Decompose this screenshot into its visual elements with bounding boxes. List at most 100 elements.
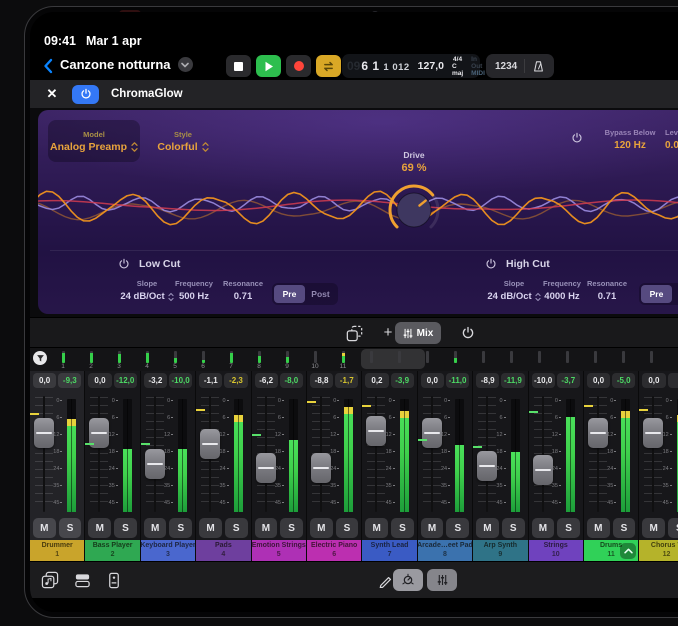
volume-readout[interactable]: 0,0: [33, 373, 56, 388]
solo-button[interactable]: S: [225, 518, 248, 538]
play-button[interactable]: [256, 55, 281, 77]
filter-button[interactable]: [33, 351, 47, 365]
meter-peak-line: [196, 409, 205, 411]
solo-button[interactable]: S: [557, 518, 580, 538]
record-button[interactable]: [286, 55, 311, 77]
track-tab[interactable]: Arp Synth 9: [473, 540, 527, 561]
mix-view-button[interactable]: Mix: [395, 322, 441, 344]
solo-button[interactable]: S: [336, 518, 359, 538]
loop-browser-button[interactable]: [39, 569, 61, 591]
paste-settings-button[interactable]: [343, 322, 365, 344]
lcd-ghost: 09: [347, 59, 360, 73]
meter-scale-label: 12: [219, 432, 228, 438]
track-name: Strings: [544, 542, 568, 550]
bypass-all-button[interactable]: [457, 322, 479, 344]
solo-button[interactable]: S: [446, 518, 469, 538]
volume-readout[interactable]: 0,2: [365, 373, 388, 388]
back-button[interactable]: [38, 55, 58, 77]
mute-button[interactable]: M: [365, 518, 388, 538]
track-tab[interactable]: Chorus V 12: [639, 540, 678, 561]
pre-button[interactable]: Pre: [274, 285, 305, 303]
stop-button[interactable]: [226, 55, 251, 77]
high-cut-power-button[interactable]: [485, 258, 497, 270]
style-selector[interactable]: Style Colorful: [150, 120, 216, 162]
track-tab[interactable]: Keyboard Player 3: [141, 540, 195, 561]
count-in-button[interactable]: 1234: [488, 61, 524, 72]
track-tab[interactable]: Bass Player 2: [85, 540, 139, 561]
volume-readout[interactable]: 0,0: [587, 373, 610, 388]
solo-button[interactable]: S: [502, 518, 525, 538]
volume-readout[interactable]: -6,2: [255, 373, 278, 388]
mute-button[interactable]: M: [476, 518, 499, 538]
track-tab[interactable]: Synth Lead 7: [362, 540, 416, 561]
track-number: 7: [388, 551, 392, 559]
lcd-display[interactable]: 09 6 1 1 012 127,0 4/4 C maj In Out MIDI: [342, 54, 480, 78]
solo-button[interactable]: S: [169, 518, 192, 538]
volume-readout[interactable]: -10,0: [532, 373, 555, 388]
song-title-menu[interactable]: Canzone notturna: [60, 57, 193, 72]
channel-strip: -1,1 -2,3 061218243545 M S Pads 4: [196, 371, 251, 561]
meter-scale-label: 18: [164, 449, 173, 455]
track-tab[interactable]: Electric Piano 6: [307, 540, 361, 561]
solo-button[interactable]: S: [613, 518, 636, 538]
mute-button[interactable]: M: [33, 518, 56, 538]
track-tab[interactable]: Arcade…eet Pad 8: [418, 540, 472, 561]
bypass-below-control[interactable]: Bypass Below 120 Hz: [590, 128, 670, 151]
post-button[interactable]: Post: [672, 285, 678, 303]
meter-clip-tip: [234, 415, 243, 422]
metronome-button[interactable]: [525, 60, 552, 73]
drive-knob[interactable]: [380, 176, 448, 244]
solo-button[interactable]: S: [668, 518, 678, 538]
plugin-power-button[interactable]: [72, 85, 99, 104]
track-tab[interactable]: Drums 11: [584, 540, 638, 561]
filter-icon: [36, 354, 45, 363]
volume-readout[interactable]: -1,1: [199, 373, 222, 388]
volume-readout[interactable]: -3,2: [144, 373, 167, 388]
track-tab[interactable]: Strings 10: [529, 540, 583, 561]
mute-button[interactable]: M: [199, 518, 222, 538]
post-button[interactable]: Post: [305, 285, 336, 303]
solo-button[interactable]: S: [114, 518, 137, 538]
model-selector[interactable]: Model Analog Preamp: [48, 120, 140, 162]
controls-view-button[interactable]: [393, 569, 423, 591]
mute-button[interactable]: M: [532, 518, 555, 538]
track-expand-button[interactable]: [620, 543, 636, 559]
mute-solo-row: M S: [196, 517, 250, 539]
level-control[interactable]: Level 0.0: [665, 128, 678, 151]
bypass-power-button[interactable]: [571, 132, 583, 144]
cycle-button[interactable]: [316, 55, 341, 77]
low-cut-power-button[interactable]: [118, 258, 130, 270]
mute-button[interactable]: M: [310, 518, 333, 538]
power-icon: [80, 88, 92, 100]
low-cut-resonance[interactable]: Resonance 0.71: [211, 279, 275, 302]
mute-button[interactable]: M: [255, 518, 278, 538]
mute-button[interactable]: M: [144, 518, 167, 538]
mute-button[interactable]: M: [421, 518, 444, 538]
close-plugin-button[interactable]: ✕: [44, 86, 60, 102]
track-tab[interactable]: Drummer 1: [30, 540, 84, 561]
high-cut-resonance[interactable]: Resonance 0.71: [575, 279, 639, 302]
solo-button[interactable]: S: [59, 518, 82, 538]
mute-button[interactable]: M: [642, 518, 665, 538]
solo-button[interactable]: S: [280, 518, 303, 538]
sound-library-button[interactable]: [71, 569, 93, 591]
volume-readout[interactable]: -8,8: [310, 373, 333, 388]
meter-scale-label: 6: [333, 415, 339, 421]
track-tab[interactable]: Emotion Strings 5: [252, 540, 306, 561]
volume-readout[interactable]: 0,0: [88, 373, 111, 388]
meter-scale: 061218243545: [107, 394, 121, 517]
track-overview-strip[interactable]: 1234567891011: [30, 347, 678, 371]
channel-strip-inspector-button[interactable]: [103, 569, 125, 591]
solo-button[interactable]: S: [391, 518, 414, 538]
mute-button[interactable]: M: [587, 518, 610, 538]
record-icon: [294, 61, 304, 71]
track-tab[interactable]: Pads 4: [196, 540, 250, 561]
volume-readout[interactable]: 0,0: [421, 373, 444, 388]
pre-button[interactable]: Pre: [641, 285, 672, 303]
volume-readout[interactable]: -8,9: [476, 373, 499, 388]
meter-scale-label: 18: [607, 449, 616, 455]
volume-readout[interactable]: 0,0: [642, 373, 665, 388]
track-name: Pads: [215, 542, 232, 550]
mute-button[interactable]: M: [88, 518, 111, 538]
mixer-view-button[interactable]: [427, 569, 457, 591]
